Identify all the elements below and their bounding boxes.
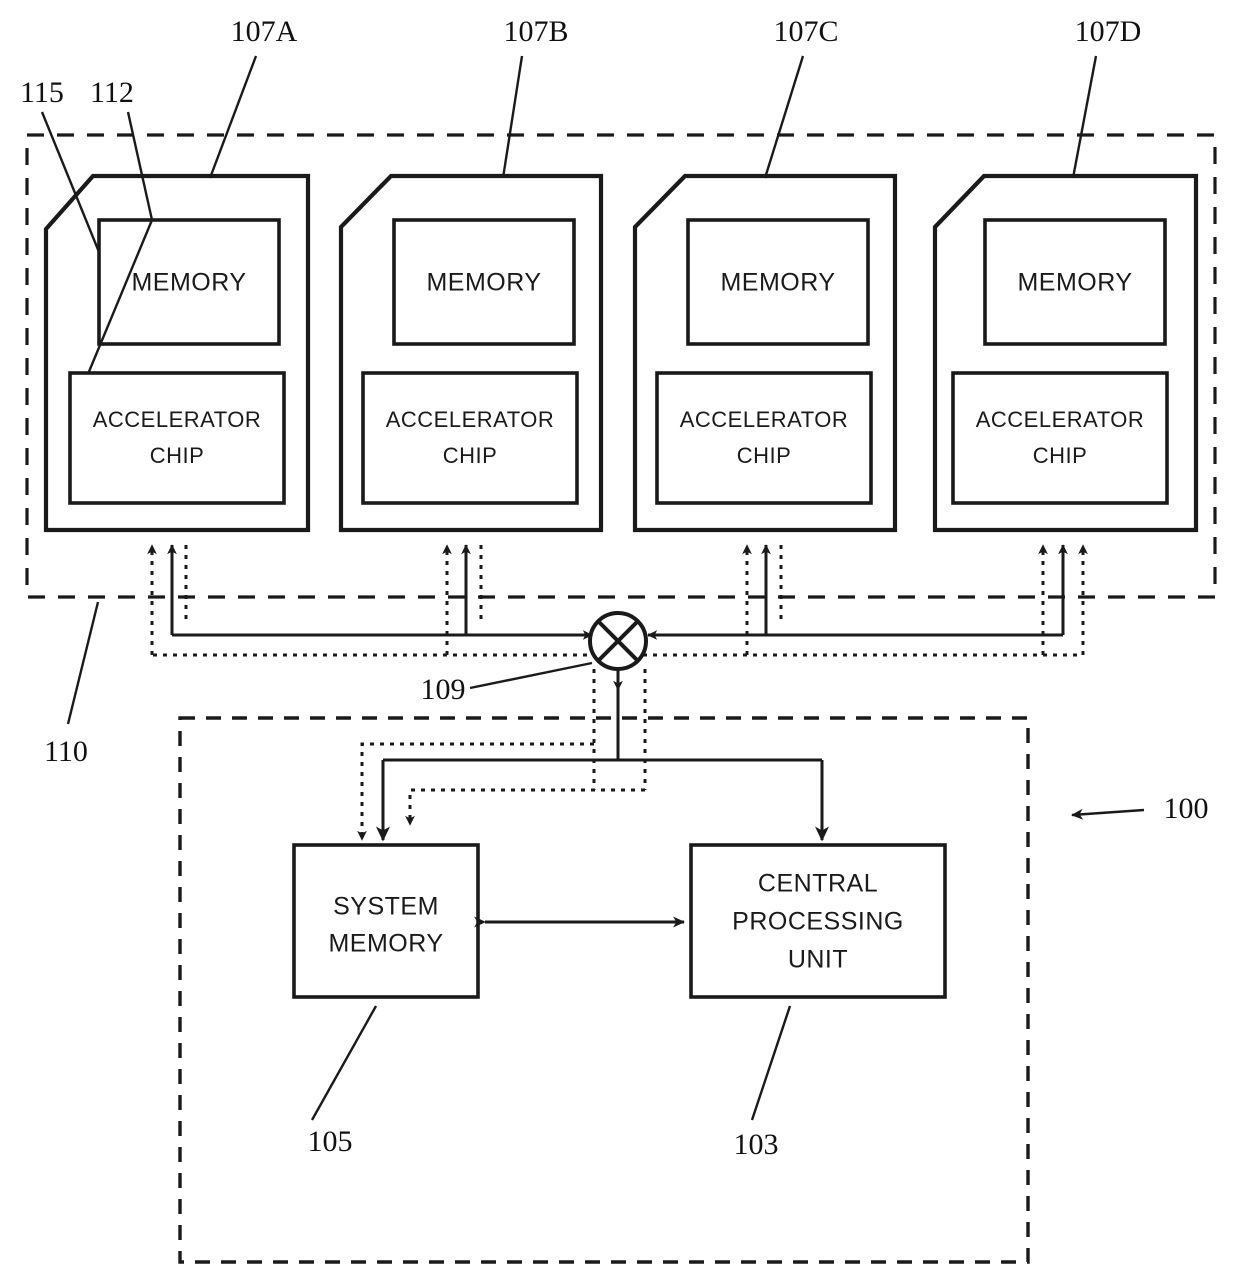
cpu-label-3: UNIT: [788, 946, 848, 974]
ref-105: 105: [308, 1125, 353, 1158]
module-c-memory-label: MEMORY: [720, 269, 835, 297]
module-c-chip-label-1: ACCELERATOR: [680, 407, 849, 432]
diagram-canvas: MEMORY ACCELERATOR CHIP MEMORY ACCELERAT…: [0, 0, 1240, 1281]
ref-103: 103: [734, 1128, 779, 1161]
ref-109: 109: [421, 673, 466, 706]
ref-107a: 107A: [231, 15, 298, 48]
module-c-chip-box: [655, 371, 873, 505]
module-b-chip-label-2: CHIP: [443, 443, 498, 468]
cpu-label-2: PROCESSING: [732, 908, 904, 936]
ref-110: 110: [44, 735, 88, 768]
ref-112: 112: [90, 76, 134, 109]
module-b-chip-label-1: ACCELERATOR: [386, 407, 555, 432]
accelerator-module-b[interactable]: MEMORY ACCELERATOR CHIP: [338, 173, 604, 533]
module-d-chip-label-1: ACCELERATOR: [976, 407, 1145, 432]
ref-115: 115: [20, 76, 64, 109]
module-d-chip-box: [951, 371, 1169, 505]
cpu-block[interactable]: CENTRAL PROCESSING UNIT: [689, 843, 947, 999]
system-memory-block[interactable]: SYSTEM MEMORY: [292, 843, 480, 999]
module-a-memory-label: MEMORY: [131, 269, 246, 297]
crossbar-switch[interactable]: [588, 611, 648, 671]
module-a-chip-label-2: CHIP: [150, 443, 205, 468]
ref-107b: 107B: [503, 15, 568, 48]
ref-107d: 107D: [1075, 15, 1142, 48]
cpu-label-1: CENTRAL: [758, 870, 878, 898]
accelerator-module-a[interactable]: MEMORY ACCELERATOR CHIP: [43, 173, 311, 533]
module-a-chip-box: [68, 371, 286, 505]
accelerator-module-d[interactable]: MEMORY ACCELERATOR CHIP: [932, 173, 1199, 533]
module-a-chip-label-1: ACCELERATOR: [93, 407, 262, 432]
patent-figure: MEMORY ACCELERATOR CHIP MEMORY ACCELERAT…: [0, 0, 1240, 1281]
accelerator-module-c[interactable]: MEMORY ACCELERATOR CHIP: [632, 173, 898, 533]
module-d-chip-label-2: CHIP: [1033, 443, 1088, 468]
system-memory-box: [292, 843, 480, 999]
module-b-memory-label: MEMORY: [426, 269, 541, 297]
system-memory-label-2: MEMORY: [328, 930, 443, 958]
ref-100: 100: [1164, 792, 1209, 825]
system-memory-label-1: SYSTEM: [333, 893, 439, 921]
ref-107c: 107C: [773, 15, 838, 48]
module-b-chip-box: [361, 371, 579, 505]
module-d-memory-label: MEMORY: [1017, 269, 1132, 297]
module-c-chip-label-2: CHIP: [737, 443, 792, 468]
